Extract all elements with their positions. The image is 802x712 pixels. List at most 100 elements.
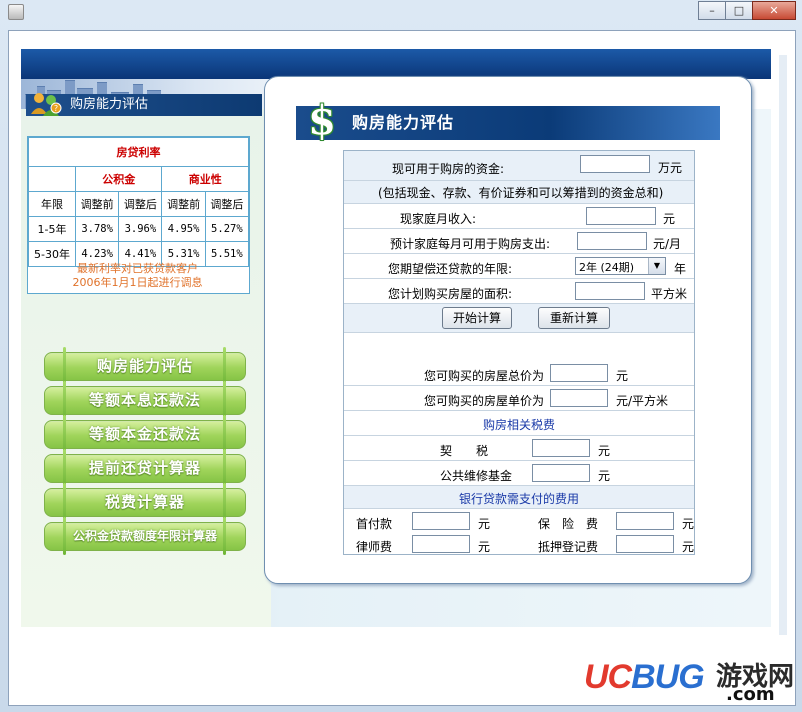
menu-label: 税费计算器 [104, 493, 185, 511]
watermark-logo: UCBUG [584, 658, 705, 696]
mortgage-unit: 元 [682, 540, 695, 554]
people-icon: ? [31, 93, 62, 116]
title-bar: – □ ✕ [0, 0, 802, 24]
rate-col-before: 调整前 [161, 191, 206, 217]
area-input[interactable] [575, 282, 645, 300]
rate-value: 4.95% [161, 216, 206, 242]
lawyer-label: 律师费 [356, 540, 393, 554]
watermark-com: .com [726, 684, 775, 705]
rate-heading: 房贷利率 [28, 137, 249, 167]
mortgage-label: 抵押登记费 [538, 540, 599, 554]
menu-label: 等额本息还款法 [88, 391, 201, 409]
down-payment-label: 首付款 [356, 517, 393, 531]
down-payment-row: 首付款 元 保 险 费 元 [344, 509, 694, 533]
income-input[interactable] [586, 207, 656, 225]
funds-row: 现可用于购房的资金: 万元 [344, 151, 694, 181]
unit-price-output[interactable] [550, 389, 608, 407]
total-price-row: 您可购买的房屋总价为 元 [344, 361, 694, 386]
deed-tax-row: 契 税 元 [344, 436, 694, 461]
menu-prepayment-button[interactable]: 提前还贷计算器 [44, 449, 246, 487]
expense-label: 预计家庭每月可用于购房支出: [390, 237, 551, 251]
rate-col-year: 年限 [27, 191, 77, 217]
income-unit: 元 [663, 212, 676, 226]
funds-hint: (包括现金、存款、有价证券和可以筹措到的资金总和) [378, 186, 664, 200]
menu-equal-installment-button[interactable]: 等额本息还款法 [44, 381, 246, 419]
dollar-icon: $ [308, 97, 336, 144]
rate-spacer [27, 166, 77, 192]
mortgage-fee-output[interactable] [616, 535, 674, 553]
insurance-unit: 元 [682, 517, 695, 531]
maximize-button[interactable]: □ [725, 1, 753, 20]
rate-term: 1-5年 [27, 216, 77, 242]
maintenance-output[interactable] [532, 464, 590, 482]
years-label: 您期望偿还贷款的年限: [388, 262, 513, 276]
menu-label: 购房能力评估 [96, 357, 193, 375]
rate-note-line1: 最新利率对已获贷款客户 [77, 262, 198, 275]
rate-col-after: 调整后 [204, 191, 250, 217]
bank-section-header: 银行贷款需支付的费用 [458, 492, 579, 506]
rate-value: 5.27% [204, 216, 250, 242]
reset-button[interactable]: 重新计算 [538, 307, 610, 329]
menu-equal-principal-button[interactable]: 等额本金还款法 [44, 415, 246, 453]
maintenance-unit: 元 [598, 469, 611, 483]
area-row: 您计划购买房屋的面积: 平方米 [344, 279, 694, 304]
rate-value: 3.78% [75, 216, 120, 242]
calculate-button[interactable]: 开始计算 [442, 307, 512, 329]
menu-tax-button[interactable]: 税费计算器 [44, 483, 246, 521]
menu-label: 等额本金还款法 [88, 425, 201, 443]
funds-label: 现可用于购房的资金: [392, 162, 505, 176]
app-icon [8, 4, 24, 20]
area-label: 您计划购买房屋的面积: [388, 287, 513, 301]
tax-section-row: 购房相关税费 [344, 411, 694, 436]
rate-group-commercial: 商业性 [161, 166, 249, 192]
total-price-output[interactable] [550, 364, 608, 382]
down-payment-unit: 元 [478, 517, 491, 531]
years-row: 您期望偿还贷款的年限: 2年 (24期) ▼ 年 [344, 254, 694, 279]
unit-price-unit: 元/平方米 [616, 394, 669, 408]
expense-row: 预计家庭每月可用于购房支出: 元/月 [344, 229, 694, 254]
tax-section-header: 购房相关税费 [482, 418, 555, 432]
total-price-unit: 元 [616, 369, 629, 383]
page-title: 购房能力评估 [296, 106, 720, 140]
application-window: – □ ✕ 购房能力评估 ? 房贷利率 公积金 商业性 年限 调整前 调整后 调… [0, 0, 802, 712]
chevron-down-icon[interactable]: ▼ [648, 258, 665, 274]
loan-rate-table: 房贷利率 公积金 商业性 年限 调整前 调整后 调整前 调整后 1-5年 3.7… [27, 137, 250, 267]
funds-input[interactable] [580, 155, 650, 173]
rate-note: 最新利率对已获贷款客户 2006年1月1日起进行调息 [27, 262, 248, 290]
actions-row: 开始计算 重新计算 [344, 304, 694, 333]
insurance-output[interactable] [616, 512, 674, 530]
menu-label: 公积金贷款额度年限计算器 [72, 529, 217, 543]
income-label: 现家庭月收入: [400, 212, 477, 226]
window-controls: – □ ✕ [698, 1, 796, 20]
lawyer-fee-output[interactable] [412, 535, 470, 553]
unit-price-label: 您可购买的房屋单价为 [424, 394, 545, 408]
site-watermark: UCBUG 游戏网 .com [584, 654, 798, 710]
bank-section-row: 银行贷款需支付的费用 [344, 486, 694, 509]
income-row: 现家庭月收入: 元 [344, 204, 694, 229]
expense-unit: 元/月 [653, 237, 682, 251]
funds-unit: 万元 [658, 161, 683, 175]
expense-input[interactable] [577, 232, 647, 250]
maintenance-label: 公共维修基金 [440, 469, 513, 483]
total-price-label: 您可购买的房屋总价为 [424, 369, 545, 383]
svg-text:?: ? [54, 104, 58, 113]
years-select[interactable]: 2年 (24期) ▼ [575, 257, 666, 275]
menu-affordability-button[interactable]: 购房能力评估 [44, 347, 246, 385]
deed-tax-label: 契 税 [440, 444, 489, 458]
rate-group-gjj: 公积金 [75, 166, 163, 192]
maintenance-row: 公共维修基金 元 [344, 461, 694, 486]
close-button[interactable]: ✕ [752, 1, 796, 20]
rate-col-before: 调整前 [75, 191, 120, 217]
right-edge [779, 55, 787, 635]
minimize-button[interactable]: – [698, 1, 726, 20]
unit-price-row: 您可购买的房屋单价为 元/平方米 [344, 386, 694, 411]
deed-tax-output[interactable] [532, 439, 590, 457]
affordability-form: 现可用于购房的资金: 万元 (包括现金、存款、有价证券和可以筹措到的资金总和) … [343, 150, 695, 555]
insurance-label: 保 险 费 [538, 517, 599, 531]
lawyer-unit: 元 [478, 540, 491, 554]
down-payment-output[interactable] [412, 512, 470, 530]
menu-provident-fund-button[interactable]: 公积金贷款额度年限计算器 [44, 517, 246, 555]
rate-col-after: 调整后 [118, 191, 163, 217]
menu-label: 提前还贷计算器 [88, 459, 201, 477]
lawyer-row: 律师费 元 抵押登记费 元 [344, 532, 694, 556]
